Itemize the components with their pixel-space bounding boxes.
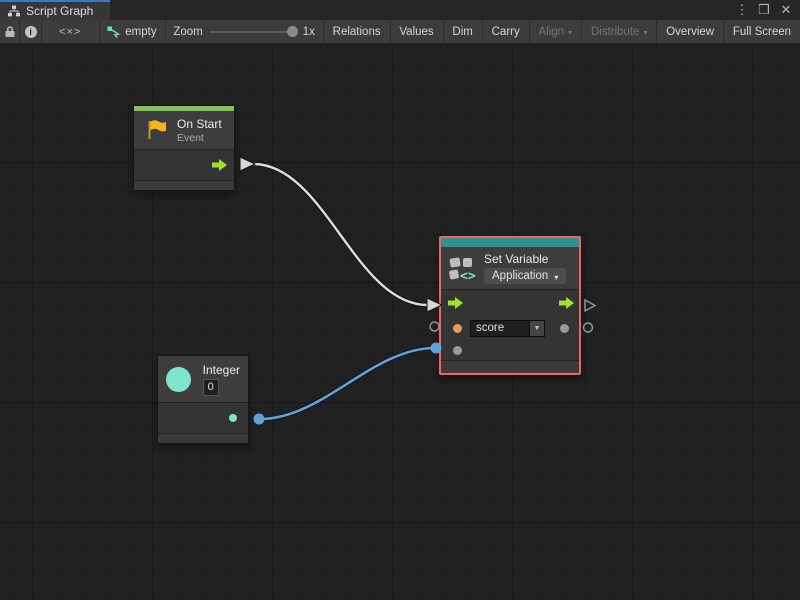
button-label: Align: [539, 26, 565, 38]
toolbar: i <×> empty Zoom 1x Relatio: [0, 20, 800, 44]
variable-name-port[interactable]: [453, 324, 462, 333]
graph-canvas[interactable]: On Start Event Integer 0: [0, 44, 800, 600]
variable-name-input[interactable]: [470, 320, 530, 337]
menu-icon[interactable]: ⋮: [734, 2, 750, 18]
align-button: Align ▾: [530, 20, 582, 43]
control-wire: [254, 164, 427, 305]
button-label: Values: [399, 26, 433, 38]
tab-label: Script Graph: [26, 4, 93, 18]
distribute-button: Distribute ▾: [582, 20, 657, 43]
svg-text:<>: <>: [460, 269, 476, 282]
set-variable-header: <> Set Variable Application ▾: [441, 247, 579, 289]
relations-button[interactable]: Relations: [324, 20, 390, 43]
selection-indicator: empty: [99, 20, 164, 43]
node-on-start[interactable]: On Start Event: [133, 105, 235, 191]
maximize-icon[interactable]: ❒: [756, 2, 772, 18]
on-start-body: [134, 149, 234, 180]
lock-button[interactable]: [0, 20, 19, 43]
flag-icon: [144, 118, 168, 142]
exec-output-port[interactable]: [212, 159, 227, 171]
variable-accent-bar: [441, 238, 579, 247]
window-controls: ⋮ ❒ ✕: [734, 0, 800, 20]
scope-label: Application: [492, 270, 548, 282]
control-wire-start-arrow: [240, 157, 255, 171]
on-start-footer: [134, 180, 234, 190]
graph-window: Script Graph ⋮ ❒ ✕ i <×>: [0, 0, 800, 600]
unconnected-output-hint: [584, 323, 593, 332]
node-title: Set Variable: [484, 252, 566, 266]
node-title: On Start: [177, 117, 222, 131]
integer-header: Integer 0: [158, 356, 248, 402]
value-wire-outline: [259, 348, 435, 419]
zoom-value: 1x: [303, 26, 315, 38]
overview-button[interactable]: Overview: [657, 20, 723, 43]
button-label: Distribute: [591, 26, 640, 38]
info-button[interactable]: i: [20, 20, 41, 43]
node-set-variable[interactable]: <> Set Variable Application ▾: [439, 236, 581, 375]
variables-icon: <>: [449, 255, 476, 282]
node-integer[interactable]: Integer 0: [157, 355, 249, 444]
chevron-down-icon: ▾: [554, 273, 558, 282]
carry-button[interactable]: Carry: [483, 20, 529, 43]
integer-type-icon: [166, 367, 191, 392]
lock-icon: [4, 25, 16, 38]
zoom-slider-handle[interactable]: [287, 26, 298, 37]
zoom-slider[interactable]: [210, 31, 296, 33]
selection-icon: [107, 26, 120, 38]
button-label: Dim: [452, 26, 472, 38]
edit-source-button[interactable]: <×>: [42, 20, 99, 43]
button-label: Full Screen: [733, 26, 791, 38]
values-button[interactable]: Values: [390, 20, 442, 43]
control-wire-outline: [254, 164, 427, 305]
on-start-header: On Start Event: [134, 111, 234, 149]
node-title: Integer: [203, 363, 240, 377]
node-subtitle: Event: [177, 132, 222, 144]
exec-input-port[interactable]: [448, 297, 463, 309]
variable-name-field-group: ▼: [470, 320, 545, 337]
selection-label: empty: [125, 26, 156, 38]
button-label: Relations: [333, 26, 381, 38]
title-bar: Script Graph ⋮ ❒ ✕: [0, 0, 800, 20]
value-output-port[interactable]: [560, 324, 569, 333]
tab-script-graph[interactable]: Script Graph: [0, 0, 110, 20]
value-input-port[interactable]: [453, 346, 462, 355]
graph-tab-icon: [8, 5, 20, 17]
integer-output-port[interactable]: [229, 414, 237, 422]
value-wire: [259, 348, 435, 419]
fullscreen-button[interactable]: Full Screen: [724, 20, 800, 43]
integer-body: [158, 402, 248, 433]
button-label: Overview: [666, 26, 714, 38]
set-variable-body: ▼: [441, 289, 579, 360]
set-variable-footer: [441, 360, 579, 373]
chevron-down-icon: ▾: [568, 28, 572, 37]
zoom-control: Zoom 1x: [165, 20, 323, 43]
unconnected-input-hint: [430, 322, 439, 331]
integer-value-field[interactable]: 0: [203, 379, 219, 396]
integer-footer: [158, 433, 248, 443]
zoom-label: Zoom: [173, 26, 202, 38]
wires-layer: [0, 44, 800, 600]
chevron-down-icon: ▾: [643, 28, 647, 37]
code-icon: <×>: [59, 26, 81, 38]
exec-output-port[interactable]: [559, 297, 574, 309]
close-icon[interactable]: ✕: [778, 2, 794, 18]
info-icon: i: [25, 26, 37, 38]
value-wire-start-cap: [254, 414, 265, 425]
dim-button[interactable]: Dim: [443, 20, 481, 43]
variable-scope-dropdown[interactable]: Application ▾: [484, 268, 566, 284]
button-label: Carry: [492, 26, 520, 38]
variable-picker-button[interactable]: ▼: [530, 320, 545, 337]
unconnected-exec-output-hint: [585, 300, 595, 311]
